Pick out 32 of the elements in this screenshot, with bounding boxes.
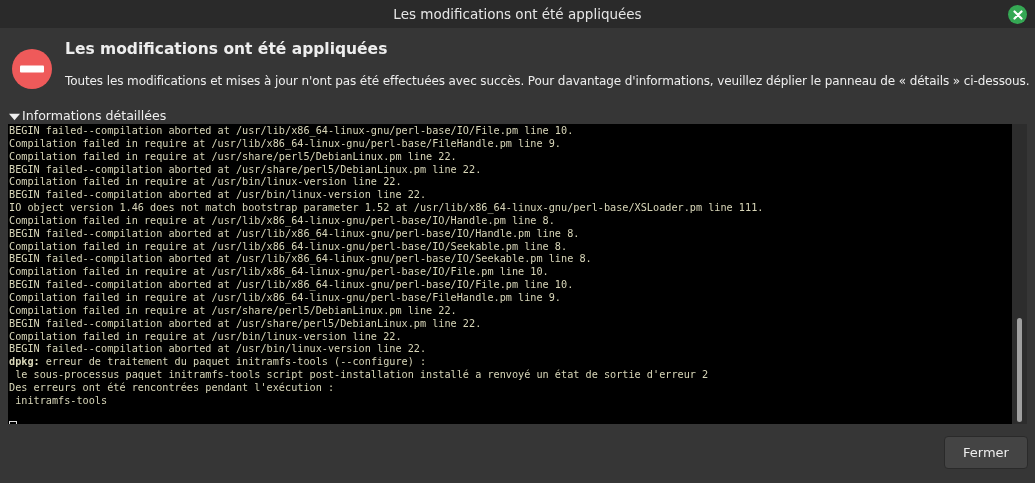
dialog-heading: Les modifications ont été appliquées — [65, 40, 389, 58]
terminal-line: Compilation failed in require at /usr/lib/x86_64-linux-gnu/perl-base/FileHandle.pm line 9. — [9, 291, 562, 305]
terminal-line: Compilation failed in require at /usr/share/perl5/DebianLinux.pm line 22. — [9, 150, 458, 164]
close-button[interactable] — [1008, 5, 1027, 24]
terminal-line: BEGIN failed--compilation aborted at /usr/bin/linux-version line 22. — [9, 189, 428, 203]
terminal-line: BEGIN failed--compilation aborted at /usr/lib/x86_64-linux-gnu/perl-base/IO/File.pm line 10. — [9, 279, 575, 292]
close-dialog-button[interactable]: Fermer — [944, 436, 1028, 469]
details-expander[interactable]: Informations détaillées — [8, 109, 168, 123]
terminal-line: Des erreurs ont été rencontrées pendant l'exécution : — [9, 381, 336, 395]
terminal-line: Compilation failed in require at /usr/share/perl5/DebianLinux.pm line 22. — [9, 304, 458, 318]
dialog-message: Toutes les modifications et mises à jour n'ont pas été effectuées avec succès. Pour davantage d'informations, veuillez déplier le panneau de « détails » ci-dessous. — [65, 74, 1030, 88]
terminal-line: Compilation failed in require at /usr/lib/x86_64-linux-gnu/perl-base/IO/File.pm line 10. — [9, 266, 550, 280]
terminal-line: BEGIN failed--compilation aborted at /usr/lib/x86_64-linux-gnu/perl-base/IO/File.pm line 10. — [9, 125, 575, 138]
terminal-line: Compilation failed in require at /usr/bin/linux-version line 22. — [9, 330, 403, 344]
terminal-line: Compilation failed in require at /usr/lib/x86_64-linux-gnu/perl-base/IO/Handle.pm line 8. — [9, 214, 556, 228]
terminal-line: Compilation failed in require at /usr/lib/x86_64-linux-gnu/perl-base/IO/Seekable.pm line 8. — [9, 240, 569, 254]
terminal-line: BEGIN failed--compilation aborted at /usr/lib/x86_64-linux-gnu/perl-base/IO/Seekable.pm line 8. — [9, 253, 593, 267]
terminal-line: dpkg: erreur de traitement du paquet initramfs-tools (--configure) : — [9, 356, 428, 369]
terminal-line: BEGIN failed--compilation aborted at /usr/lib/x86_64-linux-gnu/perl-base/IO/Handle.pm line 8. — [9, 227, 581, 241]
scrollbar-thumb[interactable] — [1017, 318, 1022, 422]
terminal-line: Compilation failed in require at /usr/bin/linux-version line 22. — [9, 176, 403, 190]
window-title: Les modifications ont été appliquées — [393, 6, 642, 22]
terminal-line: le sous-processus paquet initramfs-tools script post-installation installé a renvoyé un état de sortie d'erreur 2 — [14, 369, 710, 382]
terminal-line: Compilation failed in require at /usr/lib/x86_64-linux-gnu/perl-base/FileHandle.pm line 9. — [9, 137, 562, 151]
terminal-line: IO object version 1.46 does not match bootstrap parameter 1.52 at /usr/lib/x86_64-linux-gnu/perl-base/XSLoader.pm line 111. — [9, 202, 765, 215]
scrollbar[interactable] — [1012, 124, 1027, 424]
close-icon — [1012, 9, 1023, 20]
terminal-line: BEGIN failed--compilation aborted at /usr/bin/linux-version line 22. — [9, 343, 428, 357]
error-icon — [12, 49, 52, 89]
terminal-line: BEGIN failed--compilation aborted at /usr/share/perl5/DebianLinux.pm line 22. — [9, 317, 483, 331]
terminal-line: initramfs-tools — [14, 394, 109, 408]
terminal-line: BEGIN failed--compilation aborted at /usr/share/perl5/DebianLinux.pm line 22. — [9, 163, 483, 177]
